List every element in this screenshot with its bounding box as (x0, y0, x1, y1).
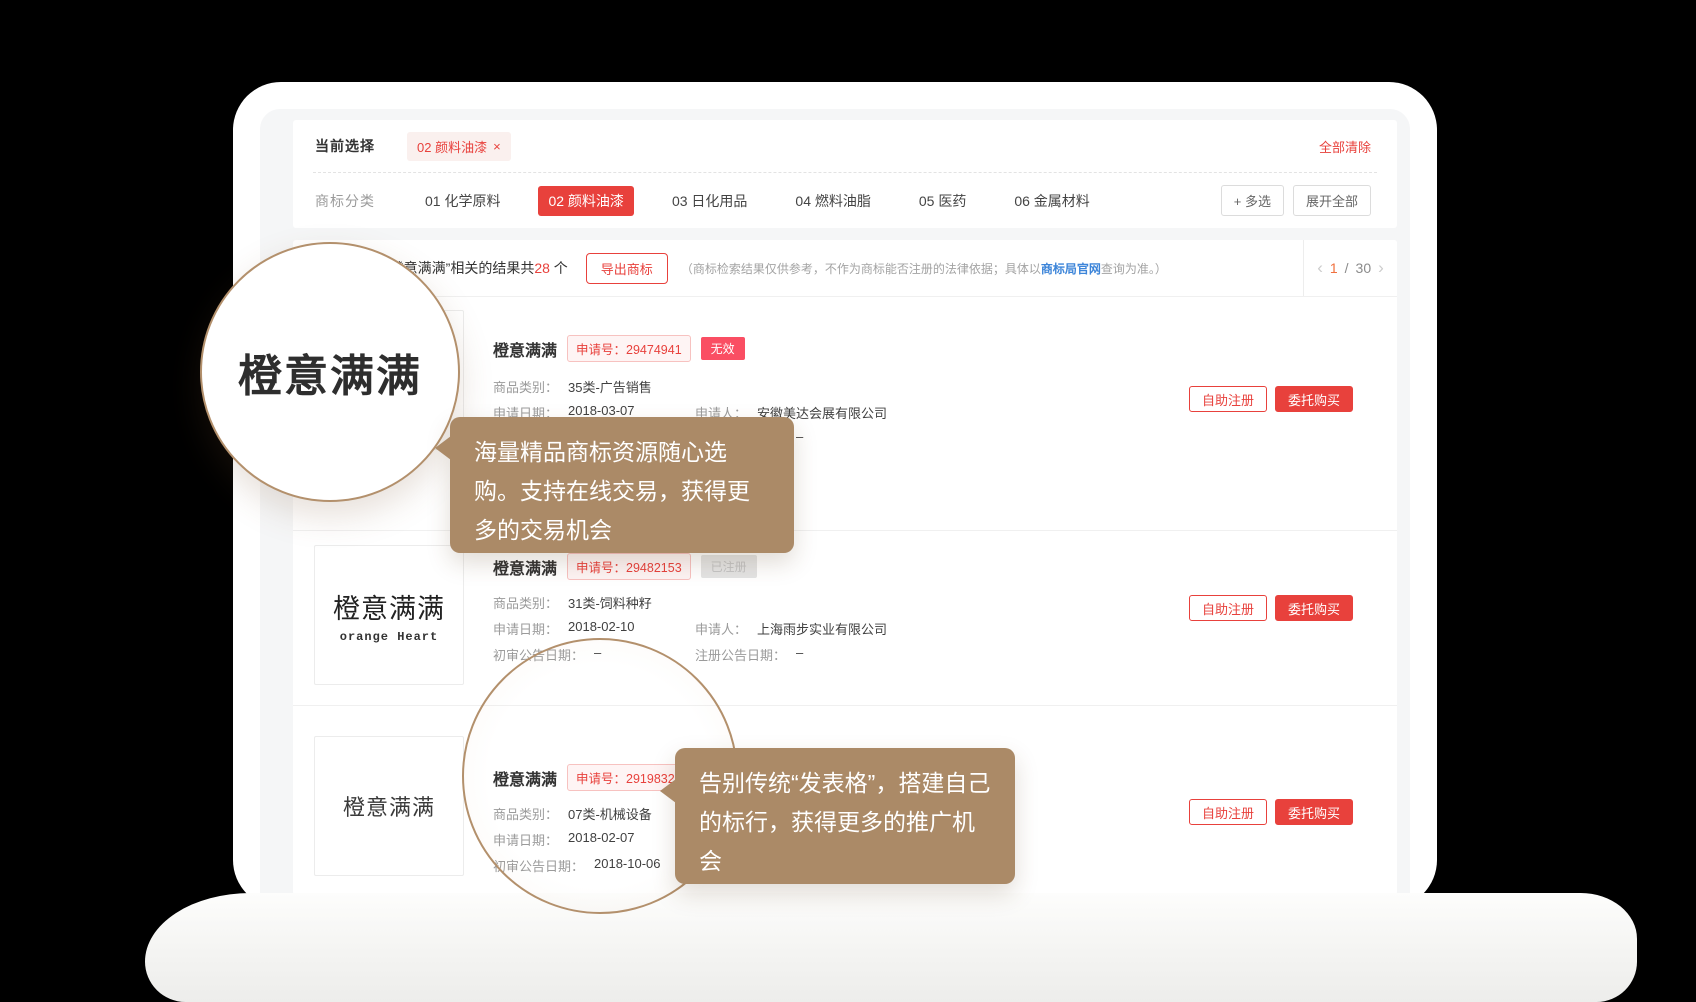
next-page-icon[interactable]: › (1378, 258, 1384, 278)
field-value: 35类-广告销售 (568, 377, 652, 396)
selected-filter-tag-text: 02 颜料油漆 (417, 137, 487, 156)
category-row-label: 商标分类 (315, 191, 375, 211)
category-item-04[interactable]: 04 燃料油脂 (785, 186, 880, 216)
trademark-name[interactable]: 橙意满满 (493, 337, 557, 361)
surface-pedestal (145, 893, 1637, 1002)
selected-filter-tag[interactable]: 02 颜料油漆 × (407, 132, 511, 161)
page-background: 当前选择 02 颜料油漆 × 全部清除 商标分类 01 化学原料 02 颜料油漆… (0, 0, 1696, 1002)
trademark-office-link[interactable]: 商标局官网 (1041, 262, 1101, 276)
self-register-button[interactable]: 自助注册 (1189, 799, 1267, 825)
clear-all-link[interactable]: 全部清除 (1319, 137, 1371, 156)
category-item-01[interactable]: 01 化学原料 (415, 186, 510, 216)
field-label: 申请日期： (493, 619, 558, 638)
category-item-05[interactable]: 05 医药 (909, 186, 976, 216)
application-number-tag: 申请号：29474941 (567, 335, 691, 362)
total-pages: 30 (1356, 260, 1372, 276)
application-number-label: 申请号： (576, 561, 626, 575)
application-number-value: 29482153 (626, 561, 682, 575)
status-badge: 无效 (701, 337, 745, 360)
trademark-image[interactable]: 橙意满满 orange Heart (314, 545, 464, 685)
field-label: 商品类别： (493, 593, 558, 612)
self-register-button[interactable]: 自助注册 (1189, 386, 1267, 412)
disclaimer-suffix: 查询为准。） (1101, 262, 1167, 276)
magnified-trademark-text: 橙意满满 (238, 340, 422, 404)
status-badge: 已注册 (701, 555, 757, 578)
trademark-image-text: 橙意满满 (333, 587, 445, 626)
field-label: 申请人： (695, 619, 747, 638)
table-row: 橙意满满 orange Heart 橙意满满 申请号：29482153 已注册 … (293, 530, 1397, 705)
application-number-value: 29474941 (626, 343, 682, 357)
disclaimer-prefix: （商标检索结果仅供参考，不作为商标能否注册的法律依据；具体以 (681, 262, 1041, 276)
current-selection-row: 当前选择 02 颜料油漆 × 全部清除 (293, 120, 1397, 172)
trademark-image[interactable]: 橙意满满 (314, 736, 464, 876)
category-item-02-selected[interactable]: 02 颜料油漆 (538, 186, 633, 216)
field-value: 31类-饲料种籽 (568, 593, 652, 612)
application-number-label: 申请号： (576, 343, 626, 357)
pagination: ‹ 1 / 30 › (1303, 240, 1397, 296)
multi-select-button[interactable]: + 多选 (1221, 185, 1284, 216)
trademark-image-text: 橙意满满 (343, 790, 435, 822)
category-row: 商标分类 01 化学原料 02 颜料油漆 03 日化用品 04 燃料油脂 05 … (293, 173, 1397, 228)
entrust-purchase-button[interactable]: 委托购买 (1275, 799, 1353, 825)
field-label: 注册公告日期： (695, 645, 786, 664)
disclaimer-text: （商标检索结果仅供参考，不作为商标能否注册的法律依据；具体以商标局官网查询为准。… (681, 260, 1167, 277)
field-label: 商品类别： (493, 377, 558, 396)
current-page: 1 (1330, 260, 1338, 276)
trademark-name[interactable]: 橙意满满 (493, 555, 557, 579)
entrust-purchase-button[interactable]: 委托购买 (1275, 595, 1353, 621)
category-tools: + 多选 展开全部 (1221, 185, 1371, 216)
self-register-button[interactable]: 自助注册 (1189, 595, 1267, 621)
magnifier-circle-top: 橙意满满 (200, 242, 460, 502)
page-separator: / (1345, 260, 1349, 276)
tooltip-marketplace: 海量精品商标资源随心选购。支持在线交易，获得更多的交易机会 (450, 417, 794, 553)
category-item-03[interactable]: 03 日化用品 (662, 186, 757, 216)
tooltip-promotion: 告别传统“发表格”，搭建自己的标行，获得更多的推广机会 (675, 748, 1015, 884)
field-value: 上海雨步实业有限公司 (757, 619, 887, 638)
application-number-tag: 申请号：29482153 (567, 553, 691, 580)
export-trademarks-button[interactable]: 导出商标 (586, 253, 668, 284)
filter-card: 当前选择 02 颜料油漆 × 全部清除 商标分类 01 化学原料 02 颜料油漆… (293, 120, 1397, 228)
summary-suffix: 个 (550, 260, 568, 276)
prev-page-icon[interactable]: ‹ (1317, 258, 1323, 278)
field-value: 2018-02-10 (568, 619, 635, 638)
tag-close-icon[interactable]: × (493, 139, 501, 154)
summary-count: 28 (534, 260, 550, 276)
category-item-06[interactable]: 06 金属材料 (1004, 186, 1099, 216)
results-header: 为您检索到“橙意满满”相关的结果共28 个 导出商标 （商标检索结果仅供参考，不… (293, 240, 1397, 297)
entrust-purchase-button[interactable]: 委托购买 (1275, 386, 1353, 412)
field-value: – (796, 645, 803, 664)
field-value: – (796, 429, 803, 448)
current-selection-label: 当前选择 (315, 136, 375, 156)
trademark-image-subtext: orange Heart (340, 630, 438, 644)
expand-all-button[interactable]: 展开全部 (1293, 185, 1371, 216)
